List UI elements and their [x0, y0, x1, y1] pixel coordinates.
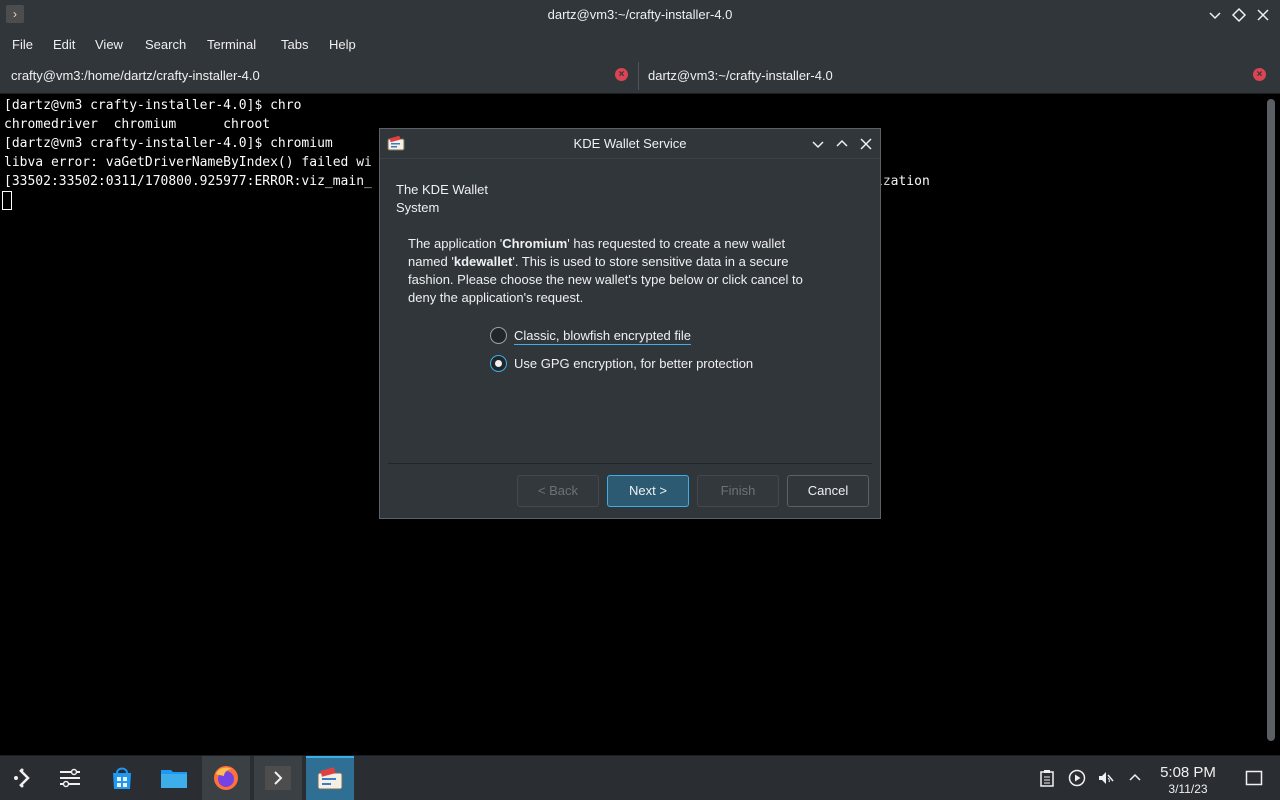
- diamond-icon: [1231, 7, 1247, 23]
- wallet-name: kdewallet: [453, 254, 513, 269]
- scrollbar-track[interactable]: [1267, 99, 1275, 741]
- firefox-icon: [214, 766, 238, 790]
- message-text: named ': [408, 254, 454, 269]
- media-player-tray[interactable]: [1068, 769, 1086, 787]
- terminal-line-fragment: ization: [875, 174, 930, 189]
- menu-view[interactable]: View: [95, 37, 123, 52]
- show-desktop-icon: [1245, 770, 1263, 786]
- tab-label: crafty@vm3:/home/dartz/crafty-installer-…: [11, 68, 260, 83]
- application-launcher[interactable]: [0, 756, 48, 800]
- dialog-message: fashion. Please choose the new wallet's …: [408, 272, 803, 287]
- kwallet-dialog: KDE Wallet Service The KDE Wallet System…: [379, 128, 881, 519]
- radio-label[interactable]: Classic, blowfish encrypted file: [514, 328, 692, 345]
- kwallet-icon: [317, 767, 343, 790]
- dialog-message: named 'kdewallet'. This is used to store…: [408, 254, 788, 269]
- chevron-up-icon: [1129, 773, 1141, 781]
- tab-close-icon[interactable]: ×: [1253, 68, 1266, 81]
- volume-muted-icon: [1099, 772, 1114, 784]
- dialog-titlebar: KDE Wallet Service: [380, 129, 880, 159]
- discover-store-icon: [113, 767, 131, 789]
- terminal-line: [dartz@vm3 crafty-installer-4.0]$ chro: [4, 98, 302, 113]
- maximize-button[interactable]: [1229, 5, 1249, 25]
- tray-expander[interactable]: [1126, 769, 1144, 787]
- close-icon: [860, 138, 872, 150]
- radio-label[interactable]: Use GPG encryption, for better protectio…: [514, 356, 753, 371]
- file-manager-icon: [161, 770, 187, 788]
- radio-button-checked[interactable]: [490, 355, 507, 372]
- next-button[interactable]: Next >: [607, 475, 689, 507]
- application-launcher-icon: [14, 768, 30, 788]
- terminal-line: chromedriver chromium chroot: [4, 117, 271, 132]
- dialog-heading: System: [396, 200, 440, 215]
- message-text: ' has requested to create a new wallet: [567, 236, 786, 251]
- tab-dartz[interactable]: dartz@vm3:~/crafty-installer-4.0 ×: [639, 58, 1280, 93]
- tab-crafty[interactable]: crafty@vm3:/home/dartz/crafty-installer-…: [0, 58, 638, 93]
- dialog-maximize-button[interactable]: [832, 134, 852, 154]
- dialog-title: KDE Wallet Service: [573, 136, 687, 151]
- dialog-message: deny the application's request.: [408, 290, 584, 305]
- taskbar: 5:08 PM 3/11/23: [0, 755, 1280, 800]
- dialog-heading: The KDE Wallet: [396, 182, 488, 197]
- menu-search[interactable]: Search: [145, 37, 186, 52]
- tab-bar: crafty@vm3:/home/dartz/crafty-installer-…: [0, 58, 1280, 94]
- settings-sliders-icon: [60, 768, 80, 788]
- back-button[interactable]: < Back: [517, 475, 599, 507]
- dialog-message: The application 'Chromium' has requested…: [408, 236, 785, 251]
- close-icon: [1257, 9, 1269, 21]
- volume-tray[interactable]: [1097, 769, 1115, 787]
- chevron-down-icon: [1209, 12, 1221, 20]
- show-desktop-button[interactable]: [1245, 769, 1263, 787]
- clock-date[interactable]: 3/11/23: [1150, 782, 1226, 796]
- chevron-down-icon: [812, 141, 824, 149]
- minimize-button[interactable]: [1205, 5, 1225, 25]
- taskbar-settings[interactable]: [46, 756, 94, 800]
- taskbar-konsole[interactable]: [254, 756, 302, 800]
- menu-file[interactable]: File: [12, 37, 33, 52]
- chevron-up-icon: [836, 139, 848, 147]
- menu-edit[interactable]: Edit: [53, 37, 75, 52]
- close-button[interactable]: [1253, 5, 1273, 25]
- clipboard-tray[interactable]: [1038, 769, 1056, 787]
- clock-time[interactable]: 5:08 PM: [1150, 764, 1226, 781]
- dialog-close-button[interactable]: [856, 134, 876, 154]
- terminal-line: [33502:33502:0311/170800.925977:ERROR:vi…: [4, 174, 372, 189]
- message-text: '. This is used to store sensitive data …: [512, 254, 789, 269]
- tab-label: dartz@vm3:~/crafty-installer-4.0: [648, 68, 833, 83]
- konsole-icon: [265, 766, 291, 790]
- dialog-minimize-button[interactable]: [808, 134, 828, 154]
- message-text: The application ': [408, 236, 503, 251]
- media-player-icon: [1068, 769, 1086, 787]
- finish-button[interactable]: Finish: [697, 475, 779, 507]
- footer-divider: [388, 463, 872, 464]
- taskbar-kwallet[interactable]: [306, 756, 354, 800]
- terminal-cursor: [2, 191, 12, 210]
- terminal-scrollbar[interactable]: [1262, 95, 1280, 745]
- menu-bar: File Edit View Search Terminal Tabs Help: [0, 30, 1280, 58]
- menu-terminal[interactable]: Terminal: [207, 37, 256, 52]
- terminal-line: [dartz@vm3 crafty-installer-4.0]$ chromi…: [4, 136, 333, 151]
- tab-close-icon[interactable]: ×: [615, 68, 628, 81]
- taskbar-discover[interactable]: [98, 756, 146, 800]
- radio-button[interactable]: [490, 327, 507, 344]
- window-title: dartz@vm3:~/crafty-installer-4.0: [547, 7, 733, 22]
- menu-tabs[interactable]: Tabs: [281, 37, 308, 52]
- taskbar-file-manager[interactable]: [150, 756, 198, 800]
- menu-help[interactable]: Help: [329, 37, 356, 52]
- cancel-button[interactable]: Cancel: [787, 475, 869, 507]
- clipboard-icon: [1040, 770, 1054, 787]
- taskbar-firefox[interactable]: [202, 756, 250, 800]
- terminal-line: libva error: vaGetDriverNameByIndex() fa…: [4, 155, 372, 170]
- app-name: Chromium: [502, 236, 568, 251]
- window-titlebar: › dartz@vm3:~/crafty-installer-4.0: [0, 0, 1280, 30]
